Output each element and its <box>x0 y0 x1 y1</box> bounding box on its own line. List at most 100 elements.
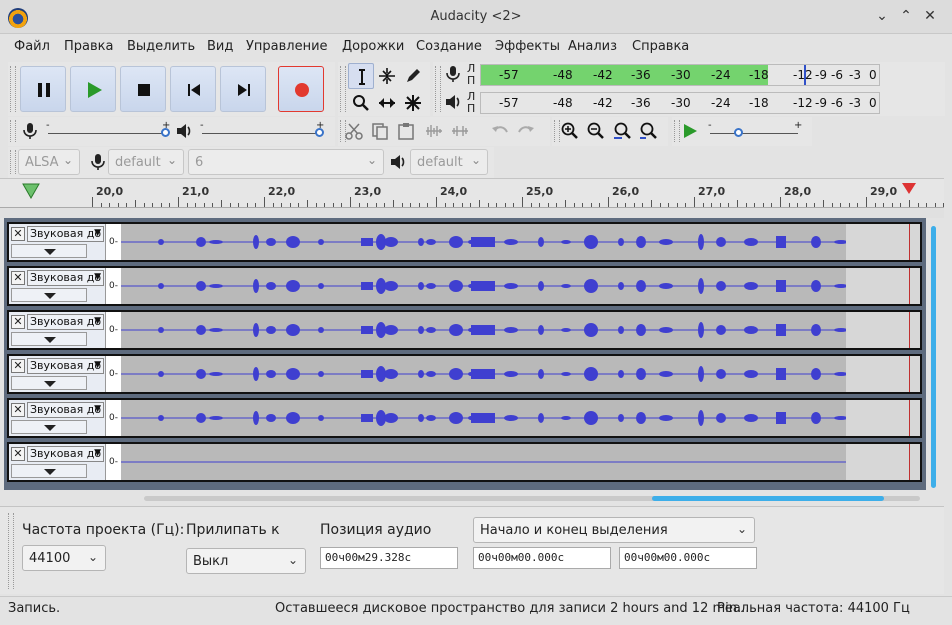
audio-track[interactable]: ✕ Звуковая до ▼ 0- <box>7 310 922 350</box>
toolbar-grip[interactable] <box>10 150 16 174</box>
toolbar-grip[interactable] <box>340 66 346 112</box>
skip-to-end-button[interactable] <box>220 66 266 112</box>
close-track-button[interactable]: ✕ <box>11 271 25 285</box>
record-button[interactable] <box>278 66 324 112</box>
close-icon[interactable]: ✕ <box>920 6 940 26</box>
close-track-button[interactable]: ✕ <box>11 315 25 329</box>
track-waveform-area[interactable] <box>121 356 848 392</box>
audio-track[interactable]: ✕ Звуковая до ▼ 0- <box>7 222 922 262</box>
play-at-speed-button[interactable] <box>678 119 702 143</box>
redo-button[interactable] <box>514 119 538 143</box>
menu-effects[interactable]: Эффекты <box>495 39 560 54</box>
recording-meter[interactable]: -57 -48 -42 -36 -30 -24 -18 -12 -9 -6 -3 0 <box>480 64 880 86</box>
menu-select[interactable]: Выделить <box>127 39 195 54</box>
track-waveform-area[interactable] <box>121 224 848 260</box>
playback-meter-button[interactable] <box>441 90 465 114</box>
zoom-out-button[interactable] <box>584 119 608 143</box>
audio-host-select[interactable]: ALSA ⌄ <box>18 149 80 175</box>
toolbar-grip[interactable] <box>8 513 14 589</box>
timeline-ruler[interactable]: 20,0 21,0 22,0 23,0 24,0 25,0 26,0 27,0 28,0 29,0 <box>0 178 945 208</box>
stop-button[interactable] <box>120 66 166 112</box>
track-area[interactable]: ✕ Звуковая до ▼ 0- ✕ Звуковая до ▼ 0- ✕ Звуковая … <box>4 218 926 490</box>
fit-selection-button[interactable] <box>610 119 634 143</box>
minimize-icon[interactable]: ⌄ <box>872 6 892 26</box>
skip-to-start-button[interactable] <box>170 66 216 112</box>
track-collapse-button[interactable] <box>11 464 87 478</box>
track-collapse-button[interactable] <box>11 332 87 346</box>
copy-button[interactable] <box>368 119 392 143</box>
close-track-button[interactable]: ✕ <box>11 447 25 461</box>
selection-mode-select[interactable]: Начало и конец выделения ⌄ <box>473 517 755 543</box>
project-rate-select[interactable]: 44100 ⌄ <box>22 545 106 571</box>
track-collapse-button[interactable] <box>11 420 87 434</box>
playback-meter[interactable]: -57 -48 -42 -36 -30 -24 -18 -12 -9 -6 -3 0 <box>480 92 880 114</box>
track-waveform-area[interactable] <box>121 400 848 436</box>
menu-help[interactable]: Справка <box>632 39 689 54</box>
vertical-scrollbar[interactable] <box>931 226 936 488</box>
ruler-label: 22,0 <box>268 185 296 198</box>
track-name-menu[interactable]: Звуковая до ▼ <box>27 358 104 374</box>
track-name-menu[interactable]: Звуковая до ▼ <box>27 226 104 242</box>
zoom-in-button[interactable] <box>558 119 582 143</box>
play-button[interactable] <box>70 66 116 112</box>
selection-start-field[interactable]: 00ч00м00.000с <box>473 547 611 569</box>
envelope-tool[interactable] <box>374 63 400 89</box>
time-shift-tool[interactable] <box>374 90 400 116</box>
play-speed-knob[interactable] <box>734 128 743 137</box>
menu-analyze[interactable]: Анализ <box>568 39 617 54</box>
audio-position-field[interactable]: 00ч00м29.328с <box>320 547 458 569</box>
track-name-menu[interactable]: Звуковая до ▼ <box>27 314 104 330</box>
audio-track[interactable]: ✕ Звуковая до ▼ 0- <box>7 266 922 306</box>
track-collapse-button[interactable] <box>11 244 87 258</box>
menu-tracks[interactable]: Дорожки <box>342 39 404 54</box>
pause-button[interactable] <box>20 66 66 112</box>
paste-button[interactable] <box>394 119 418 143</box>
track-collapse-button[interactable] <box>11 288 87 302</box>
recording-device-select[interactable]: default ⌄ <box>108 149 184 175</box>
menu-file[interactable]: Файл <box>14 39 50 54</box>
track-name-menu[interactable]: Звуковая до ▼ <box>27 402 104 418</box>
recording-volume-knob[interactable] <box>161 128 170 137</box>
audio-track[interactable]: ✕ Звуковая до ▼ 0- <box>7 442 922 482</box>
audio-track[interactable]: ✕ Звуковая до ▼ 0- <box>7 398 922 438</box>
audio-track[interactable]: ✕ Звуковая до ▼ 0- <box>7 354 922 394</box>
waveform <box>121 278 848 294</box>
play-speed-slider[interactable] <box>710 133 798 134</box>
ruler-tick <box>203 203 205 207</box>
menu-generate[interactable]: Создание <box>416 39 482 54</box>
toolbar-grip[interactable] <box>10 120 16 142</box>
menu-edit[interactable]: Правка <box>64 39 113 54</box>
trim-button[interactable] <box>422 119 446 143</box>
track-name-menu[interactable]: Звуковая до ▼ <box>27 446 104 462</box>
close-track-button[interactable]: ✕ <box>11 403 25 417</box>
menu-transport[interactable]: Управление <box>246 39 328 54</box>
toolbar-grip[interactable] <box>10 66 16 112</box>
silence-button[interactable] <box>448 119 472 143</box>
recording-channels-select[interactable]: 6 ⌄ <box>188 149 384 175</box>
close-track-button[interactable]: ✕ <box>11 359 25 373</box>
playback-device-select[interactable]: default ⌄ <box>410 149 488 175</box>
playback-volume-slider[interactable] <box>202 133 320 134</box>
cut-button[interactable] <box>342 119 366 143</box>
undo-button[interactable] <box>488 119 512 143</box>
close-track-button[interactable]: ✕ <box>11 227 25 241</box>
playback-volume-knob[interactable] <box>315 128 324 137</box>
snap-to-select[interactable]: Выкл ⌄ <box>186 548 306 574</box>
selection-end-field[interactable]: 00ч00м00.000с <box>619 547 757 569</box>
selection-tool[interactable] <box>348 63 374 89</box>
fit-project-button[interactable] <box>636 119 660 143</box>
track-waveform-area[interactable] <box>121 312 848 348</box>
horizontal-scrollbar-thumb[interactable] <box>652 496 884 501</box>
ruler-tick <box>272 203 274 207</box>
recording-volume-slider[interactable] <box>48 133 166 134</box>
maximize-icon[interactable]: ⌃ <box>896 6 916 26</box>
track-collapse-button[interactable] <box>11 376 87 390</box>
track-waveform-area[interactable] <box>121 268 848 304</box>
record-meter-button[interactable] <box>441 62 465 86</box>
zoom-tool[interactable] <box>348 90 374 116</box>
track-name-menu[interactable]: Звуковая до ▼ <box>27 270 104 286</box>
menu-view[interactable]: Вид <box>207 39 233 54</box>
track-waveform-area[interactable] <box>121 444 846 480</box>
draw-tool[interactable] <box>400 63 426 89</box>
multi-tool[interactable] <box>400 90 426 116</box>
